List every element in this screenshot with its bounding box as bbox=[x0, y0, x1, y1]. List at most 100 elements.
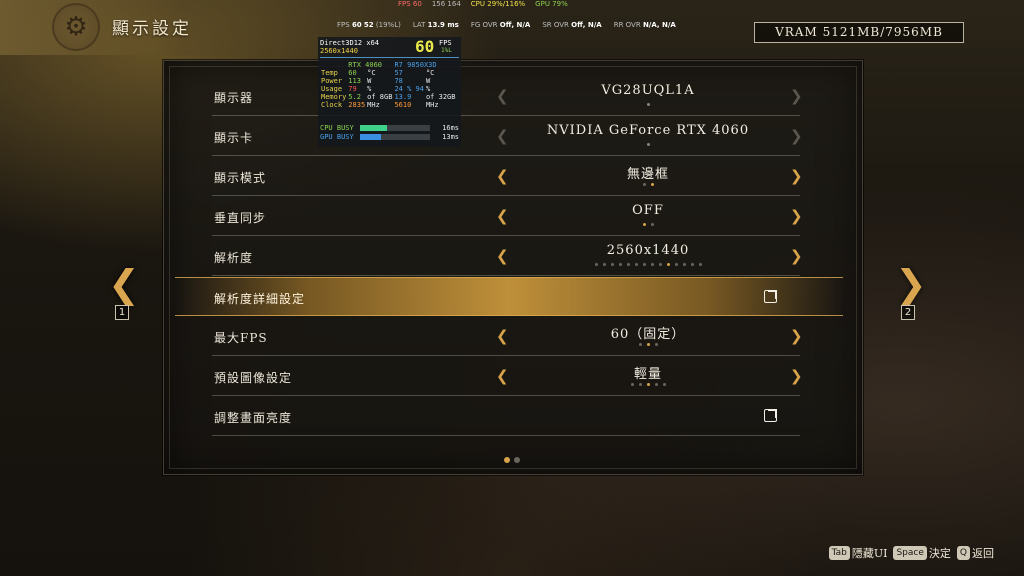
chevron-right-icon[interactable]: ❯ bbox=[790, 249, 803, 264]
external-link-icon[interactable] bbox=[764, 409, 777, 422]
performance-osd: Direct3D12 x64 2560x1440 60 FPS 1%L RTX … bbox=[318, 37, 461, 147]
chevron-left-icon[interactable]: ❮ bbox=[496, 329, 509, 344]
chevron-right-icon[interactable]: ❯ bbox=[790, 89, 803, 104]
chevron-right-icon[interactable]: ❯ bbox=[790, 129, 803, 144]
option-dots bbox=[512, 183, 784, 186]
option-dot bbox=[654, 383, 658, 386]
perf-strip: FPS 60 156 164 CPU 29%/116% GPU 79% bbox=[398, 0, 568, 10]
strip-fps: FPS 60 bbox=[398, 0, 422, 8]
chevron-left-icon[interactable]: ❮ bbox=[496, 89, 509, 104]
option-dot bbox=[646, 103, 650, 106]
option-dot bbox=[650, 183, 654, 186]
rr-stat: RR OVR N/A, N/A bbox=[613, 21, 676, 29]
option-dot bbox=[638, 383, 642, 386]
setting-label: 顯示模式 bbox=[214, 171, 267, 185]
fg-stat: FG OVR Off, N/A bbox=[470, 21, 531, 29]
option-dot bbox=[654, 343, 658, 346]
osd-api: Direct3D12 x64 bbox=[320, 39, 380, 47]
osd-resolution: 2560x1440 bbox=[320, 47, 358, 55]
option-dots bbox=[512, 383, 784, 386]
osd-fps-sub: 1%L bbox=[441, 47, 452, 54]
osd-fps-label: FPS bbox=[439, 39, 452, 47]
option-dot bbox=[662, 383, 666, 386]
setting-row-brightness[interactable]: 調整畫面亮度 bbox=[212, 397, 800, 436]
setting-value: NVIDIA GeForce RTX 4060 bbox=[546, 123, 750, 138]
osd-separator bbox=[320, 57, 459, 58]
setting-label: 顯示卡 bbox=[214, 131, 254, 145]
setting-row-resolution-details[interactable]: 解析度詳細設定 bbox=[175, 277, 843, 316]
option-dot bbox=[630, 383, 634, 386]
frame-stats-row: FPS 60 52 (19%L) LAT 13.9 ms FG OVR Off,… bbox=[337, 21, 676, 31]
setting-value: OFF bbox=[632, 203, 664, 218]
option-dot bbox=[642, 223, 646, 226]
setting-label: 解析度 bbox=[214, 251, 254, 265]
next-page-arrow-icon[interactable]: ❯ bbox=[895, 262, 927, 306]
external-link-icon[interactable] bbox=[764, 290, 777, 303]
option-dot bbox=[650, 263, 654, 266]
option-dot bbox=[646, 383, 650, 386]
setting-value: 2560x1440 bbox=[606, 243, 690, 258]
option-dots bbox=[512, 263, 784, 266]
option-dot bbox=[646, 143, 650, 146]
option-dot bbox=[674, 263, 678, 266]
option-dot bbox=[618, 263, 622, 266]
chevron-right-icon[interactable]: ❯ bbox=[790, 209, 803, 224]
chevron-left-icon[interactable]: ❮ bbox=[496, 249, 509, 264]
setting-row-resolution[interactable]: 解析度 ❮ 2560x1440 ❯ bbox=[212, 237, 803, 276]
option-dot bbox=[602, 263, 606, 266]
osd-gpu-name: RTX 4060 bbox=[348, 61, 383, 69]
setting-label: 顯示器 bbox=[214, 91, 254, 105]
setting-row-preset[interactable]: 預設圖像設定 ❮ 輕量 ❯ bbox=[212, 357, 803, 396]
setting-row-gpu[interactable]: 顯示卡 ❮ NVIDIA GeForce RTX 4060 ❯ bbox=[212, 117, 803, 156]
osd-table: RTX 4060 R7 9850X3D Temp 60 °C 57 °C Power… bbox=[321, 61, 456, 109]
vram-indicator: VRAM 5121MB/7956MB bbox=[754, 22, 964, 43]
option-dot bbox=[634, 263, 638, 266]
setting-label: 解析度詳細設定 bbox=[214, 292, 306, 306]
setting-value: 60（固定） bbox=[610, 327, 686, 342]
page-dot[interactable] bbox=[514, 457, 520, 463]
page-indicator bbox=[504, 457, 520, 463]
lat-stat: LAT 13.9 ms bbox=[412, 21, 459, 29]
setting-value: VG28UQL1A bbox=[601, 83, 695, 98]
prev-page-number: 1 bbox=[115, 305, 129, 320]
setting-row-vsync[interactable]: 垂直同步 ❮ OFF ❯ bbox=[212, 197, 803, 236]
settings-emblem-icon: ⚙ bbox=[52, 3, 100, 51]
chevron-right-icon[interactable]: ❯ bbox=[790, 329, 803, 344]
chevron-left-icon[interactable]: ❮ bbox=[496, 369, 509, 384]
option-dot bbox=[666, 263, 670, 266]
chevron-right-icon[interactable]: ❯ bbox=[790, 369, 803, 384]
chevron-left-icon[interactable]: ❮ bbox=[496, 209, 509, 224]
next-page-number: 2 bbox=[901, 305, 915, 320]
gpu-busy-row: GPU BUSY 13ms bbox=[320, 133, 459, 141]
setting-row-monitor[interactable]: 顯示器 ❮ VG28UQL1A ❯ bbox=[212, 77, 803, 116]
chevron-left-icon[interactable]: ❮ bbox=[496, 129, 509, 144]
setting-value: 輕量 bbox=[633, 367, 662, 382]
hint-hide-ui[interactable]: Tab 隱藏UI bbox=[828, 545, 887, 561]
fps-stat: FPS 60 52 (19%L) bbox=[337, 21, 401, 29]
setting-row-display-mode[interactable]: 顯示模式 ❮ 無邊框 ❯ bbox=[212, 157, 803, 196]
chevron-right-icon[interactable]: ❯ bbox=[790, 169, 803, 184]
strip-gpu: GPU 79% bbox=[535, 0, 568, 8]
option-dot bbox=[658, 263, 662, 266]
hint-confirm[interactable]: Space 決定 bbox=[893, 545, 951, 561]
prev-page-arrow-icon[interactable]: ❮ bbox=[108, 262, 140, 306]
page-dot[interactable] bbox=[504, 457, 510, 463]
strip-fps-range: 156 164 bbox=[431, 0, 461, 8]
option-dot bbox=[682, 263, 686, 266]
option-dot bbox=[610, 263, 614, 266]
option-dot bbox=[626, 263, 630, 266]
osd-cpu-name: R7 9850X3D bbox=[394, 61, 437, 69]
option-dot bbox=[638, 343, 642, 346]
setting-label: 垂直同步 bbox=[214, 211, 267, 225]
cpu-busy-bar bbox=[360, 125, 387, 131]
option-dot bbox=[698, 263, 702, 266]
option-dot bbox=[646, 343, 650, 346]
option-dot bbox=[642, 263, 646, 266]
hint-back[interactable]: Q 返回 bbox=[956, 545, 994, 561]
option-dot bbox=[642, 183, 646, 186]
setting-row-max-fps[interactable]: 最大FPS ❮ 60（固定） ❯ bbox=[212, 317, 803, 356]
chevron-left-icon[interactable]: ❮ bbox=[496, 169, 509, 184]
setting-label: 最大FPS bbox=[214, 331, 268, 345]
option-dots bbox=[512, 223, 784, 226]
setting-value: 無邊框 bbox=[626, 167, 669, 182]
